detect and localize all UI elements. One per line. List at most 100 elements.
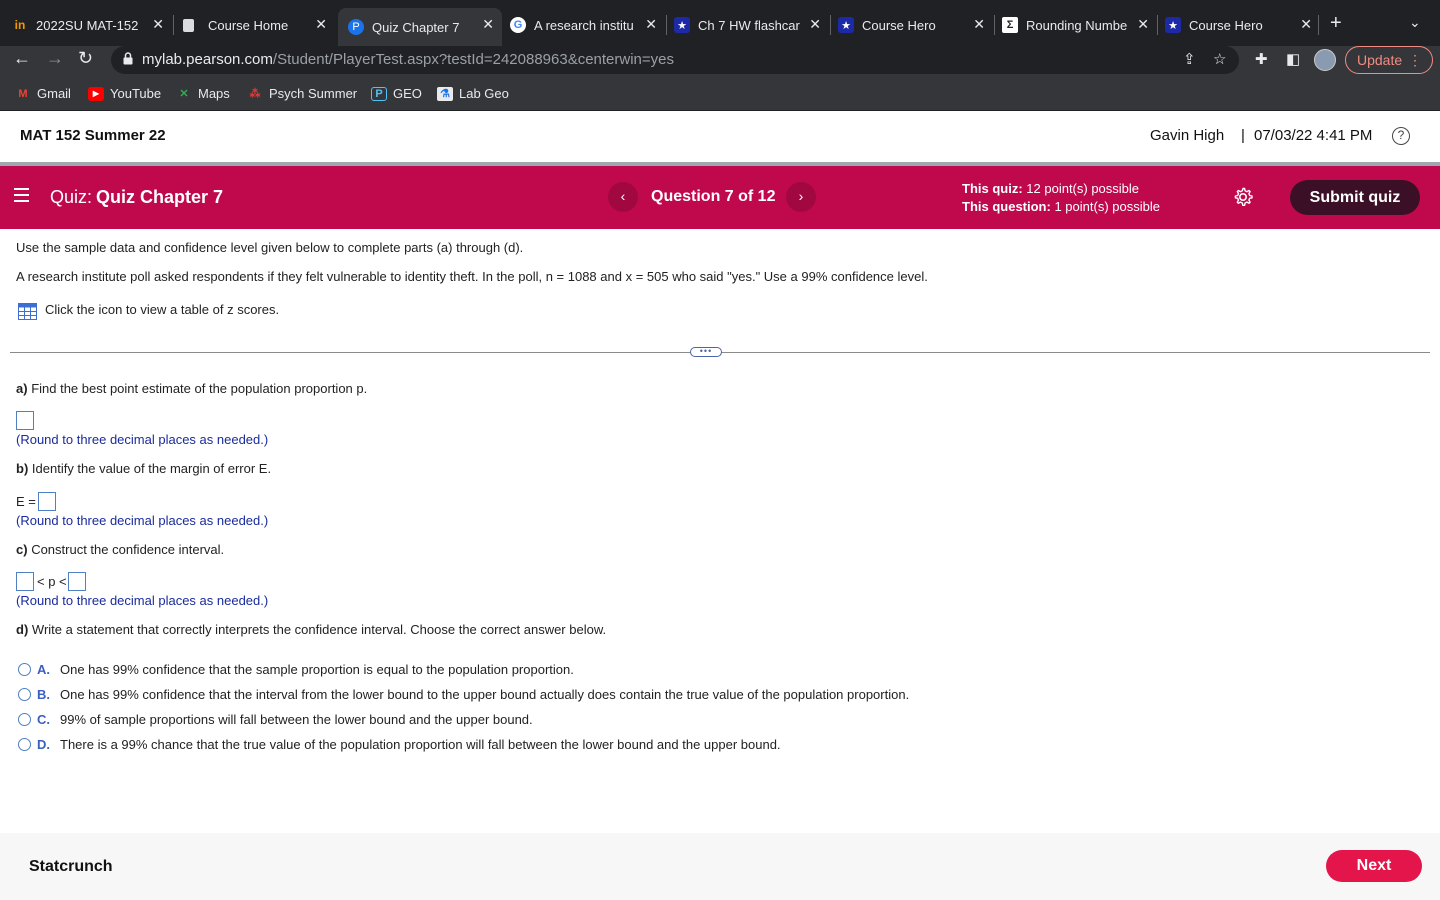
bookmark-label: Maps: [198, 86, 230, 101]
part-d-text: Write a statement that correctly interpr…: [31, 622, 607, 637]
bookmark-psych-summer[interactable]: ⁂ Psych Summer: [247, 86, 358, 101]
bookmark-youtube[interactable]: ▶ YouTube: [88, 86, 161, 101]
more-icon[interactable]: •••: [690, 347, 722, 357]
close-icon[interactable]: ✕: [1137, 16, 1149, 33]
bookmark-lab-geo[interactable]: ⚗ Lab Geo: [437, 86, 509, 101]
side-panel-icon[interactable]: ◧: [1286, 50, 1300, 68]
update-button[interactable]: Update ⋮: [1345, 46, 1433, 74]
more-vert-icon: ⋮: [1408, 52, 1422, 68]
lower-bound-input[interactable]: [16, 572, 34, 591]
gear-icon[interactable]: [1232, 186, 1254, 208]
close-icon[interactable]: ✕: [973, 16, 985, 33]
question-intro: Use the sample data and confidence level…: [16, 240, 524, 255]
url-path: /Student/PlayerTest.aspx?testId=24208896…: [272, 51, 675, 68]
tab-quiz-chapter-7[interactable]: P Quiz Chapter 7 ✕: [338, 8, 502, 46]
quiz-footer: Statcrunch Next: [0, 833, 1440, 900]
close-icon[interactable]: ✕: [152, 16, 164, 33]
upper-bound-input[interactable]: [68, 572, 86, 591]
option-letter: D.: [37, 737, 50, 752]
tab-separator: [1318, 15, 1319, 35]
z-table-link[interactable]: Click the icon to view a table of z scor…: [45, 302, 279, 317]
share-icon[interactable]: ⇪: [1183, 50, 1196, 68]
interval-symbol: < p <: [37, 574, 67, 589]
avatar[interactable]: [1314, 49, 1336, 71]
date-time: 07/03/22 4:41 PM: [1254, 127, 1373, 144]
back-icon[interactable]: ←: [13, 48, 31, 69]
quiz-name: Quiz Chapter 7: [96, 187, 224, 207]
tab-research-institute[interactable]: G A research institu ✕: [510, 8, 665, 42]
extensions-icon[interactable]: ✚: [1255, 50, 1268, 68]
close-icon[interactable]: ✕: [1300, 16, 1312, 33]
bookmark-gmail[interactable]: M Gmail: [15, 86, 71, 101]
close-icon[interactable]: ✕: [315, 16, 327, 33]
submit-quiz-button[interactable]: Submit quiz: [1290, 180, 1420, 215]
radio-option-b[interactable]: [18, 688, 31, 701]
update-label: Update: [1357, 52, 1403, 68]
tab-flashcards[interactable]: ★ Ch 7 HW flashcar ✕: [674, 8, 829, 42]
help-icon[interactable]: ?: [1392, 127, 1410, 145]
close-icon[interactable]: ✕: [645, 16, 657, 33]
gmail-icon: M: [18, 87, 28, 100]
tab-separator: [173, 15, 174, 35]
quiz-points-label: This quiz:: [962, 181, 1023, 196]
sigma-icon: Σ: [1002, 17, 1018, 33]
quiz-points: 12 point(s) possible: [1026, 181, 1140, 196]
bookmark-maps[interactable]: ✕ Maps: [176, 86, 230, 101]
statcrunch-link[interactable]: Statcrunch: [29, 858, 113, 876]
tab-title: 2022SU MAT-152: [36, 17, 139, 33]
point-estimate-input[interactable]: [16, 411, 34, 430]
bookmark-label: Gmail: [37, 86, 71, 101]
next-button[interactable]: Next: [1326, 850, 1422, 882]
tab-title: Course Hero: [862, 17, 936, 33]
part-b-text: Identify the value of the margin of erro…: [31, 461, 272, 476]
part-a-label: a): [16, 381, 28, 396]
browser-tab-strip: in 2022SU MAT-152 ✕ Course Home ✕ P Quiz…: [0, 0, 1440, 46]
new-tab-icon[interactable]: +: [1330, 12, 1342, 35]
tab-separator: [666, 15, 667, 35]
question-points: 1 point(s) possible: [1054, 199, 1160, 214]
reload-icon[interactable]: ↻: [78, 48, 93, 69]
margin-of-error-input[interactable]: [38, 492, 56, 511]
tab-mat152[interactable]: in 2022SU MAT-152 ✕: [12, 8, 172, 42]
part-d-label: d): [16, 622, 29, 637]
bookmark-label: Psych Summer: [269, 86, 358, 101]
course-header: MAT 152 Summer 22 Gavin High | 07/03/22 …: [0, 111, 1440, 162]
option-letter: B.: [37, 687, 50, 702]
tab-title: Course Hero: [1189, 17, 1263, 33]
forward-icon[interactable]: →: [46, 48, 64, 69]
address-bar[interactable]: mylab.pearson.com/Student/PlayerTest.asp…: [111, 46, 1239, 74]
tab-rounding-numbers[interactable]: Σ Rounding Numbe ✕: [1002, 8, 1157, 42]
chevron-down-icon[interactable]: ⌄: [1409, 14, 1421, 31]
tab-course-hero[interactable]: ★ Course Hero ✕: [838, 8, 993, 42]
part-c-text: Construct the confidence interval.: [31, 542, 225, 557]
option-text: One has 99% confidence that the sample p…: [60, 662, 574, 677]
bookmark-label: Lab Geo: [459, 86, 509, 101]
tab-separator: [994, 15, 995, 35]
radio-option-d[interactable]: [18, 738, 31, 751]
part-c-prompt: c) Construct the confidence interval.: [16, 542, 224, 557]
radio-option-a[interactable]: [18, 663, 31, 676]
radio-option-c[interactable]: [18, 713, 31, 726]
close-icon[interactable]: ✕: [809, 16, 821, 33]
previous-question-button[interactable]: ‹: [608, 182, 638, 212]
bookmarks-bar: M Gmail ▶ YouTube ✕ Maps ⁂ Psych Summer P GEO…: [0, 76, 1440, 111]
bookmark-geo[interactable]: P GEO: [371, 86, 422, 101]
page-icon: [183, 18, 194, 32]
star-icon: ★: [674, 17, 690, 33]
round-note: (Round to three decimal places as needed…: [16, 593, 269, 608]
bookmark-star-icon[interactable]: ☆: [1213, 50, 1226, 68]
maps-icon: ✕: [179, 88, 189, 100]
close-icon[interactable]: ✕: [482, 16, 494, 33]
table-icon[interactable]: [18, 303, 37, 320]
lab-icon: ⚗: [437, 86, 453, 101]
menu-icon[interactable]: [14, 188, 29, 202]
next-question-button[interactable]: ›: [786, 182, 816, 212]
tab-course-hero-2[interactable]: ★ Course Hero ✕: [1165, 8, 1320, 42]
part-d-prompt: d) Write a statement that correctly inte…: [16, 622, 606, 637]
tab-course-home[interactable]: Course Home ✕: [180, 8, 335, 42]
question-points-label: This question:: [962, 199, 1051, 214]
star-icon: ★: [838, 17, 854, 33]
tab-title: Ch 7 HW flashcar: [698, 17, 800, 33]
tab-title: Rounding Numbe: [1026, 17, 1128, 33]
quiz-toolbar: Quiz: Quiz Chapter 7 ‹ Question 7 of 12 ›…: [0, 166, 1440, 229]
